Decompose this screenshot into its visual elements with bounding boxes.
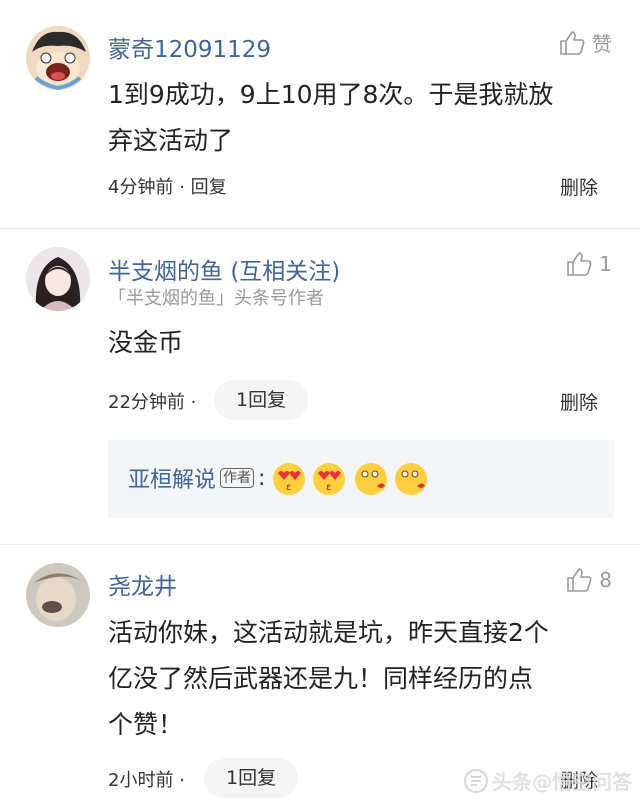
- author-subtitle: 「半支烟的鱼」头条号作者: [108, 288, 324, 309]
- comment-line: 1到9成功，9上10用了8次。于是我就放: [108, 80, 554, 109]
- comment-username[interactable]: 尧龙井: [108, 567, 177, 601]
- comment-time: 4分钟前: [108, 177, 174, 198]
- comment-line: 亿没了然后武器还是九！同样经历的点: [108, 664, 534, 693]
- heart-eyes-emoji: ε: [273, 463, 306, 495]
- reply-preview-row: 亚桓解说 作者 : ε ε: [128, 460, 433, 496]
- comment-line: 个赞！: [108, 710, 184, 739]
- avatar[interactable]: [26, 247, 90, 311]
- reply-author-name[interactable]: 亚桓解说: [128, 462, 216, 494]
- reply-count-button[interactable]: 1回复: [204, 758, 299, 798]
- comment-username[interactable]: 半支烟的鱼: [108, 259, 223, 285]
- thumbs-up-icon: [567, 252, 592, 276]
- watermark: 头条@悟空问答: [463, 766, 632, 795]
- reply-link[interactable]: 回复: [191, 177, 227, 198]
- thumbs-up-icon: [567, 568, 592, 592]
- like-label: 赞: [592, 32, 612, 56]
- comment-content: 活动你妹，这活动就是坑，昨天直接2个 亿没了然后武器还是九！同样经历的点 个赞！: [108, 610, 628, 748]
- comment-username[interactable]: 蒙奇12091129: [108, 30, 271, 64]
- avatar-image: [26, 26, 90, 90]
- svg-text:ε: ε: [326, 482, 331, 493]
- comment-line: 弃这活动了: [108, 126, 234, 155]
- heart-eyes-emoji: ε: [313, 463, 346, 495]
- divider: [0, 544, 640, 545]
- like-count: 8: [599, 568, 612, 592]
- comment-username-row: 半支烟的鱼 (互相关注): [108, 252, 340, 286]
- reply-colon: :: [258, 465, 266, 491]
- svg-text:ε: ε: [286, 482, 291, 493]
- watermark-text: 头条@悟空问答: [492, 770, 632, 794]
- comment-meta: 4分钟前 · 回复: [108, 173, 227, 199]
- comment-time: 2小时前 ·: [108, 770, 185, 791]
- avatar[interactable]: [26, 26, 90, 90]
- comment-content: 1到9成功，9上10用了8次。于是我就放 弃这活动了: [108, 72, 628, 164]
- like-count: 1: [599, 252, 612, 276]
- follow-relation: (互相关注): [230, 259, 341, 285]
- reply-count-button[interactable]: 1回复: [214, 380, 309, 420]
- kiss-emoji: [355, 463, 388, 495]
- kiss-emoji: [395, 463, 428, 495]
- like-button[interactable]: 1: [565, 250, 612, 278]
- delete-button[interactable]: 删除: [560, 173, 598, 200]
- reply-separator: ·: [179, 177, 185, 198]
- comment-content: 没金币: [108, 328, 184, 357]
- like-button[interactable]: 赞: [558, 28, 612, 57]
- comment-line: 活动你妹，这活动就是坑，昨天直接2个: [108, 618, 549, 647]
- divider: [0, 228, 640, 229]
- avatar[interactable]: [26, 563, 90, 627]
- watermark-logo-icon: [464, 768, 488, 793]
- comment-time: 22分钟前 ·: [108, 392, 197, 413]
- author-badge: 作者: [220, 468, 255, 488]
- avatar-image: [26, 247, 90, 311]
- thumbs-up-icon: [560, 30, 585, 55]
- delete-button[interactable]: 删除: [560, 388, 598, 415]
- avatar-image: [26, 563, 90, 627]
- reply-preview[interactable]: 亚桓解说 作者 : ε ε: [108, 440, 614, 518]
- like-button[interactable]: 8: [565, 566, 612, 594]
